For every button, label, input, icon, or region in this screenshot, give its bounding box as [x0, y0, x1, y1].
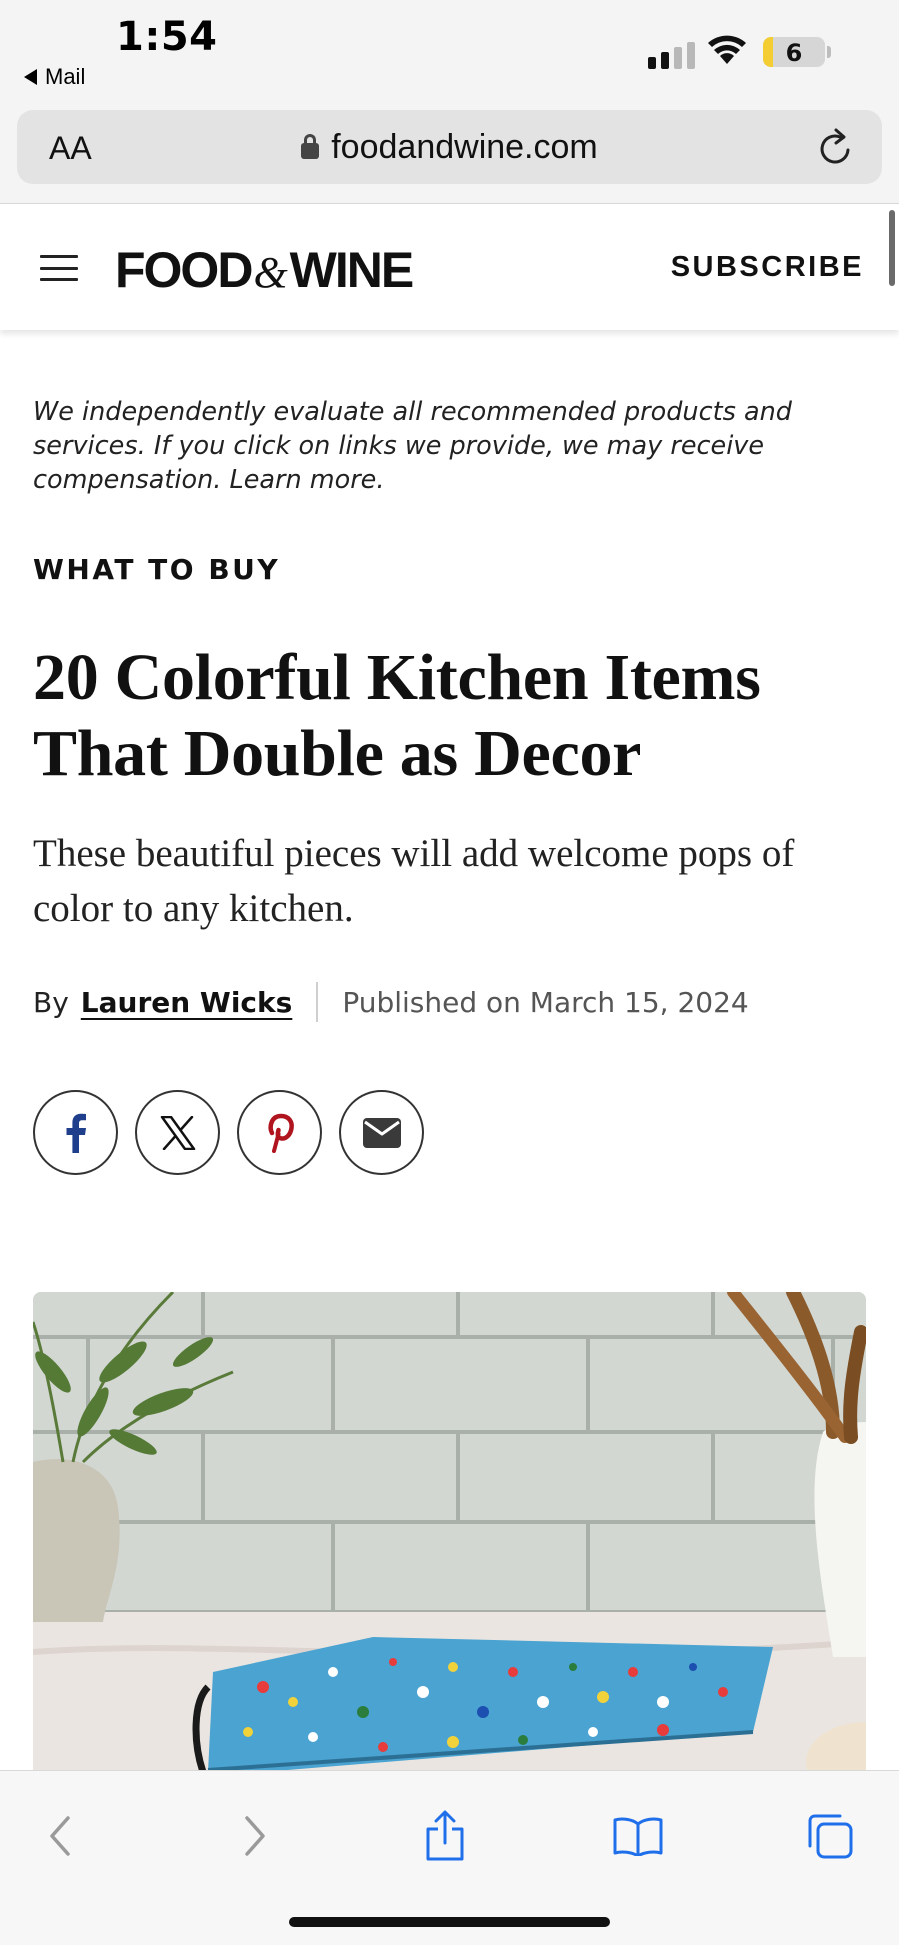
- back-app-label: Mail: [45, 64, 86, 89]
- hero-image: [33, 1292, 866, 1772]
- battery-icon: 6: [763, 37, 825, 67]
- logo-ampersand: &: [253, 248, 288, 297]
- affiliate-disclaimer: We independently evaluate all recommende…: [33, 395, 873, 497]
- scroll-indicator: [889, 210, 895, 286]
- logo-food: FOOD: [115, 242, 253, 298]
- url-field[interactable]: foodandwine.com: [17, 128, 882, 167]
- share-buttons: [33, 1090, 424, 1175]
- back-icon: [50, 1816, 70, 1856]
- home-indicator[interactable]: [289, 1917, 610, 1927]
- forward-button[interactable]: [220, 1801, 290, 1871]
- hamburger-menu-icon[interactable]: [40, 255, 78, 281]
- email-share-button[interactable]: [339, 1090, 424, 1175]
- forward-icon: [245, 1816, 265, 1856]
- share-button[interactable]: [410, 1801, 480, 1871]
- bookmarks-button[interactable]: [603, 1801, 673, 1871]
- x-share-button[interactable]: [135, 1090, 220, 1175]
- back-to-mail-button[interactable]: Mail: [24, 64, 85, 90]
- x-icon: [160, 1115, 195, 1150]
- pinterest-icon: [267, 1113, 294, 1153]
- status-time: 1:54: [116, 14, 218, 60]
- browser-chrome: AA foodandwine.com: [0, 100, 899, 204]
- learn-more-link[interactable]: Learn more.: [229, 465, 384, 495]
- publish-date: Published on March 15, 2024: [342, 985, 749, 1019]
- share-icon: [426, 1810, 464, 1861]
- status-bar: 1:54 Mail 6: [0, 0, 899, 100]
- article-subheading: These beautiful pieces will add welcome …: [33, 832, 795, 930]
- byline: By Lauren Wicks Published on March 15, 2…: [33, 982, 749, 1022]
- battery-level: 6: [785, 39, 803, 67]
- byline-divider: [316, 982, 319, 1022]
- email-icon: [362, 1117, 401, 1148]
- facebook-share-button[interactable]: [33, 1090, 118, 1175]
- battery-nub: [827, 46, 831, 58]
- terrazzo-cutting-board-photo: [33, 1292, 866, 1772]
- tabs-button[interactable]: [795, 1801, 865, 1871]
- lock-icon: [301, 134, 320, 159]
- cellular-signal-icon: [648, 42, 695, 69]
- subscribe-link[interactable]: SUBSCRIBE: [671, 251, 864, 284]
- tabs-icon: [808, 1814, 853, 1859]
- site-logo[interactable]: FOOD&WINE: [115, 241, 415, 299]
- facebook-icon: [66, 1113, 86, 1153]
- address-bar[interactable]: AA foodandwine.com: [17, 110, 882, 184]
- pinterest-share-button[interactable]: [237, 1090, 322, 1175]
- wifi-icon: [708, 35, 746, 64]
- disclaimer-text: We independently evaluate all recommende…: [33, 397, 792, 495]
- byline-prefix: By: [33, 985, 69, 1019]
- reload-icon[interactable]: [816, 126, 856, 168]
- author-link[interactable]: Lauren Wicks: [81, 986, 293, 1019]
- category-eyebrow[interactable]: WHAT TO BUY: [33, 553, 280, 586]
- back-button[interactable]: [25, 1801, 95, 1871]
- bookmarks-icon: [613, 1817, 663, 1856]
- url-text: foodandwine.com: [331, 128, 598, 166]
- article-headline: 20 Colorful Kitchen Items That Double as…: [33, 641, 761, 790]
- logo-wine: WINE: [289, 242, 415, 298]
- back-triangle-icon: [24, 69, 37, 85]
- site-header: FOOD&WINE SUBSCRIBE: [0, 205, 899, 330]
